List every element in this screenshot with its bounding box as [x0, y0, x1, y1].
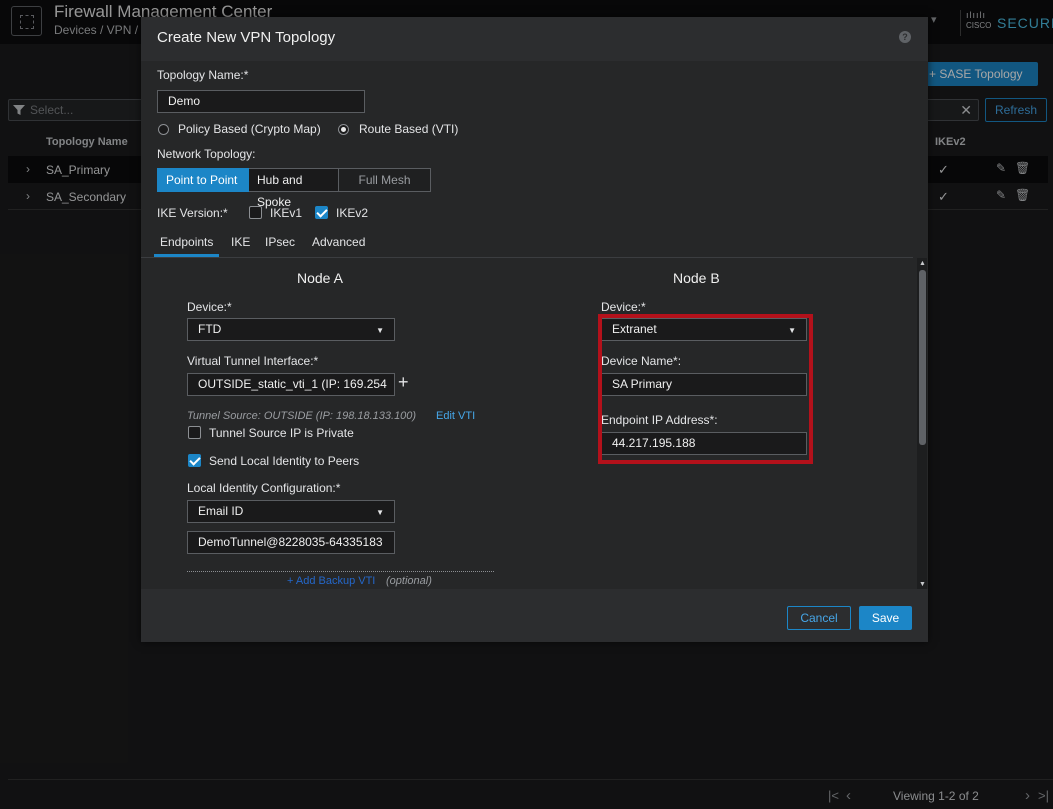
scroll-down-icon[interactable]: ▼: [919, 581, 926, 588]
topology-name-label: Topology Name:*: [157, 68, 249, 82]
create-vpn-topology-dialog: Create New VPN Topology ? Topology Name:…: [141, 17, 928, 642]
edit-vti-link[interactable]: Edit VTI: [436, 410, 475, 422]
node-a-device-select[interactable]: FTD ▼: [187, 318, 395, 341]
policy-based-radio[interactable]: [158, 124, 169, 135]
send-local-identity-checkbox[interactable]: [188, 454, 201, 467]
policy-based-label[interactable]: Policy Based (Crypto Map): [178, 122, 321, 136]
network-topology-selector: Point to Point Hub and Spoke Full Mesh: [157, 168, 431, 209]
help-icon[interactable]: ?: [899, 31, 911, 43]
tunnel-source-private-checkbox[interactable]: [188, 426, 201, 439]
node-a-title: Node A: [297, 270, 343, 286]
node-a-device-value: FTD: [198, 322, 222, 336]
node-b-highlight-box: [598, 314, 813, 464]
send-local-identity-label[interactable]: Send Local Identity to Peers: [209, 454, 359, 468]
scroll-thumb[interactable]: [919, 270, 926, 445]
node-a-device-label: Device:*: [187, 300, 232, 314]
network-topology-label: Network Topology:: [157, 147, 256, 161]
identity-type-select[interactable]: Email ID ▼: [187, 500, 395, 523]
route-based-radio[interactable]: [338, 124, 349, 135]
chevron-down-icon: ▼: [376, 326, 384, 335]
node-b-device-label: Device:*: [601, 300, 646, 314]
cancel-button[interactable]: Cancel: [787, 606, 851, 630]
tab-ipsec[interactable]: IPsec: [265, 230, 295, 257]
tunnel-source-text: Tunnel Source: OUTSIDE (IP: 198.18.133.1…: [187, 410, 417, 422]
ikev1-checkbox[interactable]: [249, 206, 262, 219]
ike-version-label: IKE Version:*: [157, 206, 228, 220]
dialog-title: Create New VPN Topology: [157, 29, 336, 46]
local-identity-config-label: Local Identity Configuration:*: [187, 481, 341, 495]
tunnel-source-private-label[interactable]: Tunnel Source IP is Private: [209, 426, 354, 440]
tab-divider: [141, 257, 913, 258]
ikev1-label[interactable]: IKEv1: [270, 206, 302, 220]
tab-advanced[interactable]: Advanced: [312, 230, 365, 257]
section-divider: [187, 571, 494, 572]
add-backup-vti-link[interactable]: + Add Backup VTI: [287, 575, 375, 587]
save-button[interactable]: Save: [859, 606, 912, 630]
dialog-header: Create New VPN Topology ?: [141, 17, 928, 61]
vti-label: Virtual Tunnel Interface:*: [187, 354, 319, 368]
optional-note: (optional): [386, 575, 432, 587]
topology-hub-and-spoke[interactable]: Hub and Spoke: [249, 168, 339, 209]
identity-type-value: Email ID: [198, 504, 244, 518]
topology-full-mesh[interactable]: Full Mesh: [339, 168, 431, 192]
route-based-label[interactable]: Route Based (VTI): [359, 122, 458, 136]
content-scrollbar[interactable]: ▲ ▼: [917, 258, 927, 589]
identity-value-input[interactable]: DemoTunnel@8228035-64335183: [187, 531, 395, 554]
node-b-title: Node B: [673, 270, 720, 286]
scroll-up-icon[interactable]: ▲: [919, 260, 926, 267]
tab-endpoints[interactable]: Endpoints: [154, 230, 220, 257]
dialog-footer: Cancel Save: [141, 589, 928, 642]
vti-select[interactable]: OUTSIDE_static_vti_1 (IP: 169.254: [187, 373, 395, 396]
chevron-down-icon: ▼: [376, 508, 384, 517]
add-vti-plus-icon[interactable]: +: [398, 373, 409, 391]
ikev2-label[interactable]: IKEv2: [336, 206, 368, 220]
topology-name-input[interactable]: Demo: [157, 90, 365, 113]
tab-ike[interactable]: IKE: [231, 230, 250, 257]
ikev2-checkbox[interactable]: [315, 206, 328, 219]
topology-point-to-point[interactable]: Point to Point: [157, 168, 249, 192]
